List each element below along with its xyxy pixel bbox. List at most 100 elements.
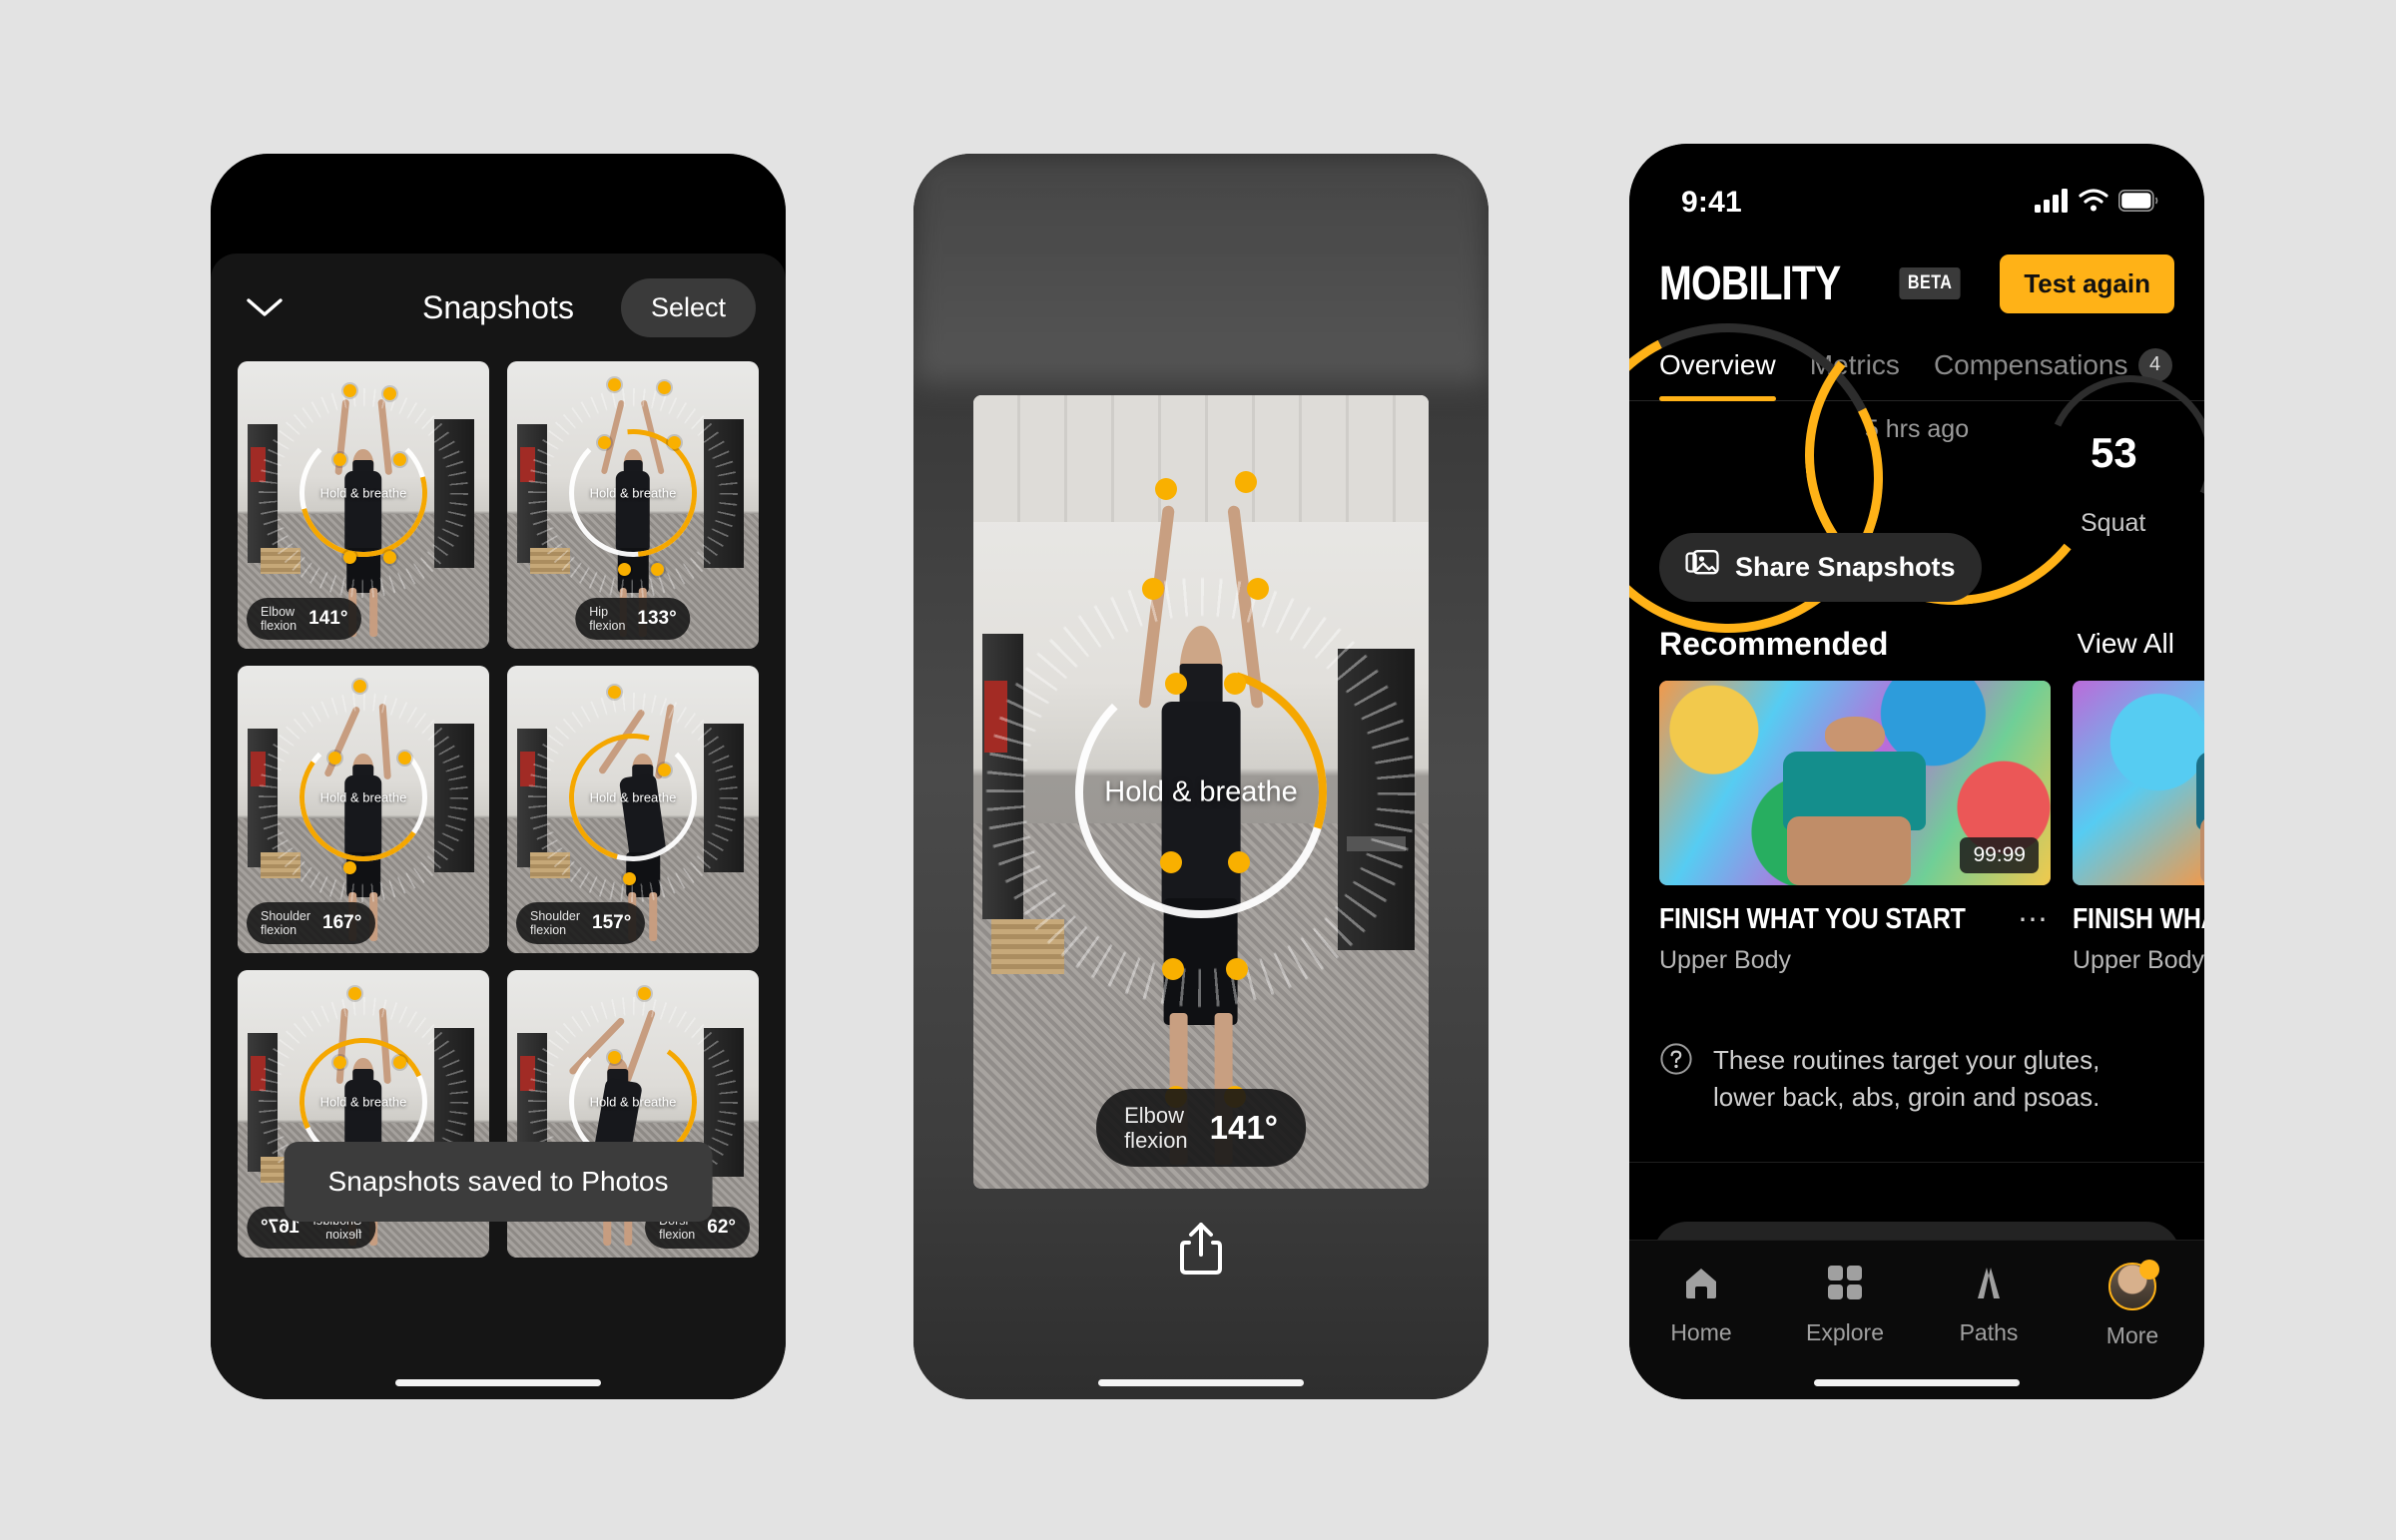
ellipsis-icon[interactable]: ⋯: [2018, 904, 2051, 934]
ring-label: Hold & breathe: [589, 1094, 677, 1110]
routine-title: FINISH WHAT YOU START: [2073, 903, 2204, 935]
phone-snapshots: Snapshots Select Hold & breathe Elbow fl…: [211, 154, 786, 1399]
joint-dot: [1141, 577, 1164, 600]
home-indicator: [1814, 1379, 2020, 1386]
notification-badge: [2139, 1260, 2159, 1280]
routine-duration: 99:99: [1960, 837, 2039, 873]
ring-label: Hold & breathe: [589, 789, 677, 805]
routine-card[interactable]: 99:99 FINISH WHAT YOU START ⋯ Upper Body: [1659, 681, 2051, 1010]
ring-label: Hold & breathe: [319, 789, 407, 805]
capture-screen: Hold & breathe Elbow flexion 141°: [913, 154, 1489, 1399]
joint-dot: [607, 1050, 621, 1064]
toast-message: Snapshots saved to Photos: [284, 1142, 713, 1222]
routine-thumbnail[interactable]: [2073, 681, 2204, 885]
ring-label: Hold & breathe: [1104, 775, 1298, 807]
metric-pill: Hip flexion 133°: [575, 598, 691, 640]
metric-pill: Shoulder flexion 157°: [516, 902, 646, 944]
ring-label: Hold & breathe: [589, 485, 677, 501]
metric-label-line1: Hip: [589, 605, 609, 619]
paths-icon: [1969, 1263, 2009, 1307]
metric-value: 141°: [308, 608, 348, 629]
nav-label: Home: [1670, 1319, 1732, 1345]
question-circle-icon[interactable]: [1659, 1042, 1693, 1081]
snapshot-tile[interactable]: Hold & breathe Shoulder flexion 157°: [507, 666, 759, 953]
snapshots-sheet: Snapshots Select Hold & breathe Elbow fl…: [211, 254, 786, 1399]
joint-dot: [383, 386, 397, 400]
joint-dot: [332, 453, 346, 467]
home-indicator: [1098, 1379, 1304, 1386]
home-icon: [1680, 1263, 1722, 1307]
test-again-button[interactable]: Test again: [2000, 254, 2174, 313]
metric-label-line1: Shoulder: [530, 909, 581, 923]
recommended-carousel[interactable]: 99:99 FINISH WHAT YOU START ⋯ Upper Body…: [1659, 681, 2204, 1010]
metric-label-line2: flexion: [261, 923, 298, 937]
metric-label-line2: flexion: [589, 619, 626, 633]
nav-label: Explore: [1806, 1319, 1884, 1345]
metric-value: 62°: [707, 1217, 736, 1238]
metric-label-line2: flexion: [1124, 1127, 1188, 1153]
joint-dot: [607, 686, 621, 700]
joint-dot: [1246, 577, 1269, 600]
beta-badge: BETA: [1899, 267, 1962, 299]
metric-pill: Elbow flexion 141°: [247, 598, 362, 640]
divider: [1629, 1162, 2204, 1163]
routine-title: FINISH WHAT YOU START: [1659, 903, 1966, 935]
recommended-header: Recommended View All: [1629, 615, 2204, 673]
joint-dot: [617, 562, 631, 576]
nav-item-more[interactable]: More: [2061, 1260, 2204, 1349]
blurred-backdrop: [913, 154, 1489, 383]
metric-label-line1: Elbow: [261, 605, 296, 619]
screenshot-stage: Snapshots Select Hold & breathe Elbow fl…: [0, 0, 2396, 1540]
scores-section: 5 hrs ago 53 Squat Share Snapshots: [1629, 282, 2204, 674]
photos-stack-icon: [1685, 549, 1719, 586]
routine-subtitle: Upper Body: [2073, 946, 2204, 974]
metric-label-line2: flexion: [325, 1228, 362, 1242]
nav-item-explore[interactable]: Explore: [1773, 1263, 1917, 1346]
joint-dot: [342, 860, 356, 874]
mobility-screen: 9:41 MOBILITY BETA Test again Overview M…: [1629, 144, 2204, 1399]
app-logo: MOBILITY: [1659, 257, 1841, 310]
joint-dot: [1235, 470, 1258, 493]
joint-dot: [658, 763, 672, 776]
home-indicator: [395, 1379, 601, 1386]
joint-dot: [342, 384, 356, 398]
select-button[interactable]: Select: [620, 277, 756, 337]
wifi-icon: [2079, 189, 2108, 217]
joint-dot: [1223, 673, 1246, 696]
status-time: 9:41: [1681, 186, 1742, 219]
snapshot-tile[interactable]: Hold & breathe Shoulderflexion 167°: [238, 666, 489, 953]
share-snapshots-button[interactable]: Share Snapshots: [1659, 533, 1982, 602]
share-snapshots-label: Share Snapshots: [1735, 552, 1956, 582]
joint-dot: [342, 551, 356, 565]
routine-subtitle: Upper Body: [1659, 946, 1792, 974]
nav-label: Paths: [1959, 1319, 2019, 1345]
snapshots-topbar: Snapshots Select: [211, 254, 786, 361]
metric-label-line2: flexion: [261, 619, 298, 633]
battery-icon: [2118, 189, 2158, 217]
nav-item-paths[interactable]: Paths: [1917, 1263, 2061, 1346]
joint-dot: [597, 435, 611, 449]
nav-item-home[interactable]: Home: [1629, 1263, 1773, 1346]
nav-label: More: [2105, 1322, 2159, 1348]
snapshots-grid: Hold & breathe Elbow flexion 141° Hold &…: [238, 361, 759, 1399]
cellular-bars-icon: [2035, 188, 2069, 218]
joint-dot: [650, 562, 664, 576]
grid-icon: [1825, 1263, 1865, 1307]
status-bar: 9:41: [1629, 144, 2204, 236]
metric-label-line1: Shoulder: [261, 909, 311, 923]
metric-value: 133°: [637, 608, 677, 629]
metric-label-line1: Elbow: [1124, 1102, 1184, 1128]
metric-value: 157°: [592, 912, 632, 933]
share-icon[interactable]: [1177, 1221, 1225, 1282]
ring-label: Hold & breathe: [319, 485, 407, 501]
view-all-link[interactable]: View All: [2077, 628, 2174, 660]
snapshot-tile[interactable]: Hold & breathe Elbow flexion 141°: [238, 361, 489, 649]
recommended-title: Recommended: [1659, 625, 1889, 662]
bottom-navigation: Home Explore Paths More: [1629, 1240, 2204, 1399]
recommended-note-text: These routines target your glutes, lower…: [1713, 1045, 2100, 1112]
snapshot-tile[interactable]: Hold & breathe Hip flexion 133°: [507, 361, 759, 649]
metric-label-line2: flexion: [659, 1228, 696, 1242]
metric-pill: Elbow flexion 141°: [1096, 1088, 1306, 1167]
routine-card[interactable]: FINISH WHAT YOU START Upper Body: [2073, 681, 2204, 1010]
routine-thumbnail[interactable]: 99:99: [1659, 681, 2051, 885]
